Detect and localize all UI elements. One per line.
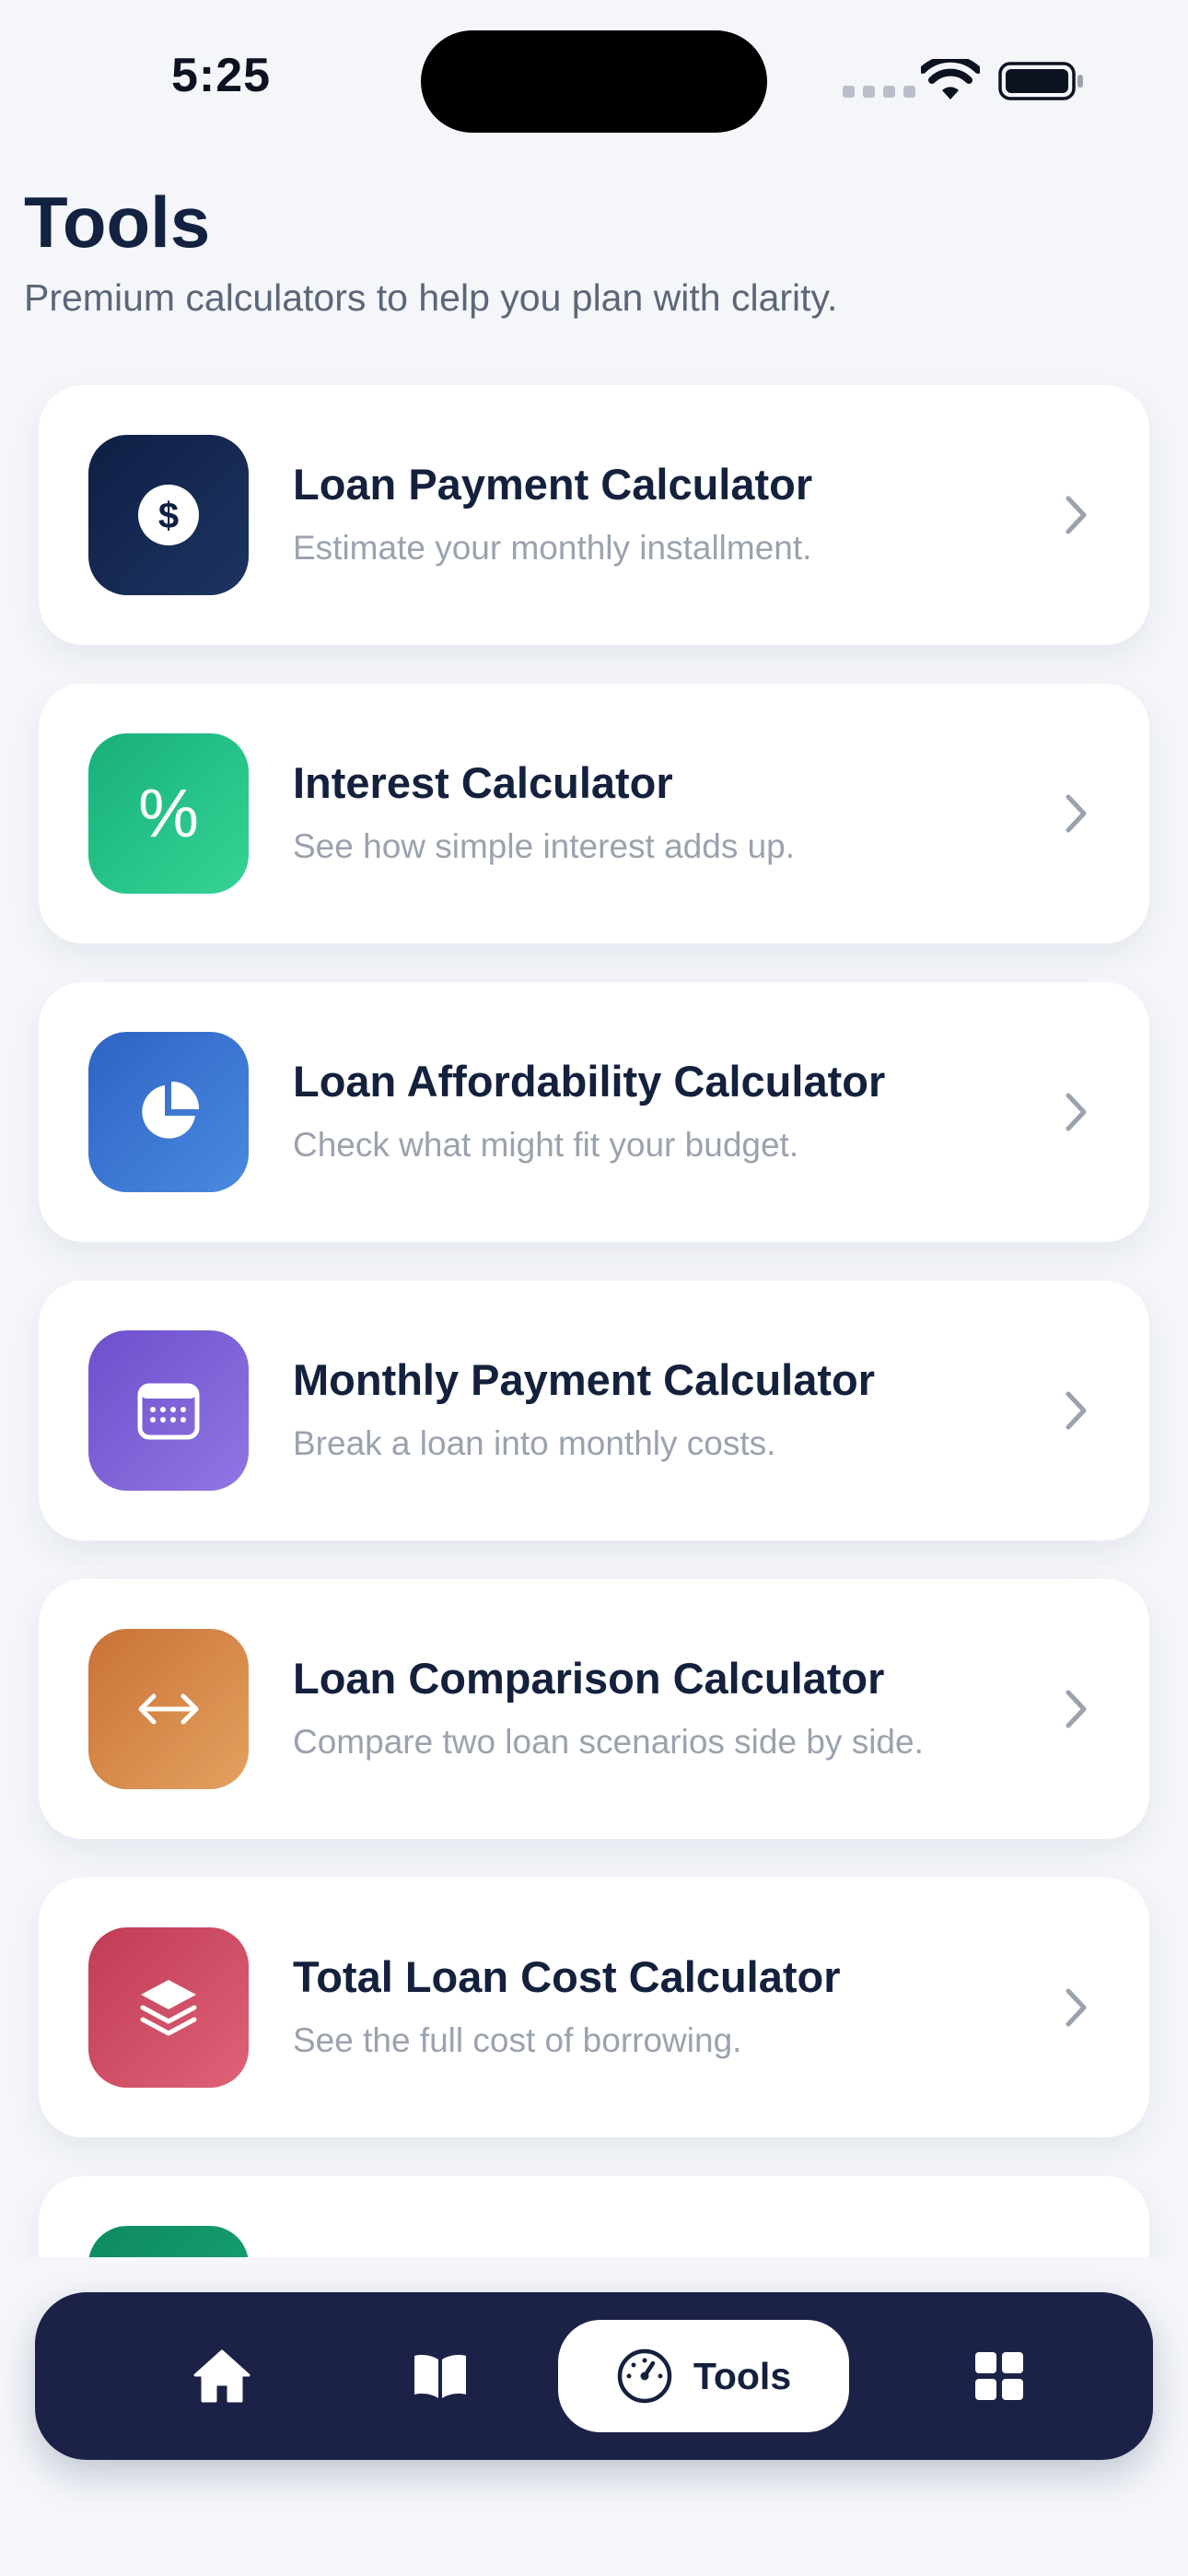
tool-icon-tile: $ [88,435,249,595]
chevron-right-icon [1066,794,1087,833]
chevron-right-icon [1066,1690,1087,1728]
tool-description: See how simple interest adds up. [293,827,796,865]
cellular-signal-icon [843,86,915,98]
tool-icon-tile [88,1032,249,1192]
tab-tools[interactable]: Tools [558,2320,849,2432]
tab-learn[interactable] [362,2292,518,2460]
page-title: Tools [24,181,211,263]
tool-title: Monthly Payment Calculator [293,1355,875,1404]
calendar-icon [137,1383,200,1440]
grid-icon [975,2352,1023,2400]
tool-title: Interest Calculator [293,758,673,807]
wifi-icon [921,59,980,100]
book-icon [414,2355,466,2398]
tool-card-loan-payment[interactable]: $ Loan Payment Calculator Estimate your … [39,385,1149,645]
tool-icon-tile: % [88,733,249,894]
status-time: 5:25 [171,49,272,102]
home-icon [193,2349,250,2403]
chevron-right-icon [1066,1988,1087,2027]
tool-title: Loan Affordability Calculator [293,1057,886,1106]
tool-icon-tile [88,1330,249,1491]
tool-card-affordability[interactable]: Loan Affordability Calculator Check what… [39,982,1149,1242]
dollar-icon: $ [138,485,199,545]
status-bar: 5:25 [0,0,1188,157]
page-subtitle: Premium calculators to help you plan wit… [24,276,838,319]
battery-icon [998,62,1083,100]
chevron-right-icon [1066,496,1087,534]
dynamic-island [421,30,767,133]
tool-title: Loan Comparison Calculator [293,1654,885,1703]
layers-icon [140,1980,197,2036]
tool-description: Break a loan into monthly costs. [293,1424,776,1462]
tool-card-monthly-payment[interactable]: Monthly Payment Calculator Break a loan … [39,1281,1149,1540]
tool-icon-tile [88,1927,249,2088]
gauge-icon [617,2348,672,2404]
tools-list: $ Loan Payment Calculator Estimate your … [39,385,1149,2386]
tool-title: Total Loan Cost Calculator [293,1952,841,2001]
chevron-right-icon [1066,1093,1087,1131]
chevron-right-icon [1066,1391,1087,1430]
tool-card-comparison[interactable]: Loan Comparison Calculator Compare two l… [39,1579,1149,1839]
pie-chart-icon [142,1081,200,1139]
tab-tools-label: Tools [693,2354,792,2397]
tool-card-total-cost[interactable]: Total Loan Cost Calculator See the full … [39,1878,1149,2137]
tool-description: Estimate your monthly installment. [293,529,812,567]
compare-arrows-icon [138,1693,199,1725]
tool-title: Loan Payment Calculator [293,460,813,509]
svg-text:$: $ [158,496,179,536]
tab-home[interactable] [144,2292,300,2460]
svg-text:%: % [138,779,199,849]
tab-more[interactable] [921,2292,1077,2460]
tool-description: See the full cost of borrowing. [293,2021,742,2059]
tool-description: Check what might fit your budget. [293,1126,799,1164]
tab-bar: Tools [35,2292,1153,2460]
tool-card-interest[interactable]: % Interest Calculator See how simple int… [39,684,1149,943]
tool-icon-tile [88,1629,249,1789]
tool-description: Compare two loan scenarios side by side. [293,1723,924,1761]
percent-icon: % [138,779,199,849]
